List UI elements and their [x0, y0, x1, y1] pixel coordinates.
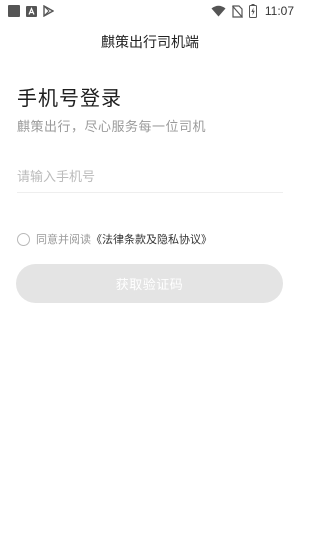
legal-terms-link[interactable]: 《法律条款及隐私协议》 [91, 231, 212, 247]
no-sim-icon [231, 4, 243, 18]
status-bar-right: 11:07 [211, 4, 294, 18]
play-store-icon [43, 5, 54, 17]
notification-square-icon [8, 5, 20, 17]
agree-radio[interactable] [17, 232, 30, 246]
wifi-icon [211, 5, 226, 17]
phone-input[interactable] [17, 162, 283, 193]
battery-icon [248, 4, 257, 18]
status-bar: 11:07 [0, 0, 300, 22]
get-code-button[interactable]: 获取验证码 [16, 264, 283, 303]
status-time: 11:07 [264, 4, 294, 18]
agree-prefix: 同意并阅读 [36, 233, 91, 246]
app-title: 麒策出行司机端 [101, 35, 199, 51]
login-subtitle: 麒策出行，尽心服务每一位司机 [17, 120, 207, 135]
agreement-row: 同意并阅读 《法律条款及隐私协议》 [17, 231, 212, 247]
login-heading: 手机号登录 [17, 86, 122, 110]
app-a-icon [26, 5, 37, 17]
status-bar-left [8, 5, 54, 17]
